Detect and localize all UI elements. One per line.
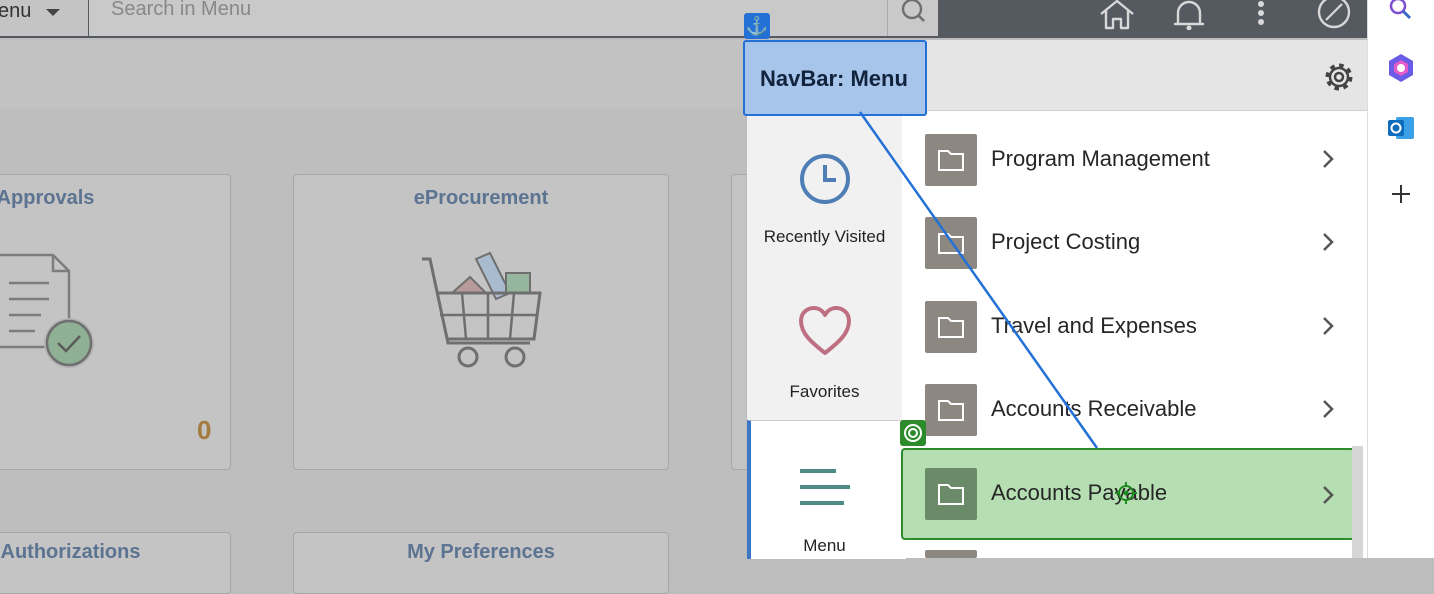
annotation-connector <box>858 111 1099 449</box>
copilot-icon <box>1389 54 1413 82</box>
sidebar-copilot-button[interactable] <box>1386 52 1416 89</box>
sidebar-add-button[interactable] <box>1389 182 1413 211</box>
outlook-icon <box>1388 117 1414 139</box>
sidebar-search-button[interactable] <box>1386 0 1416 27</box>
search-icon <box>1389 0 1412 20</box>
sidebar-outlook-button[interactable] <box>1386 113 1416 148</box>
plus-icon <box>1392 185 1410 203</box>
crosshair-icon <box>1115 482 1137 504</box>
